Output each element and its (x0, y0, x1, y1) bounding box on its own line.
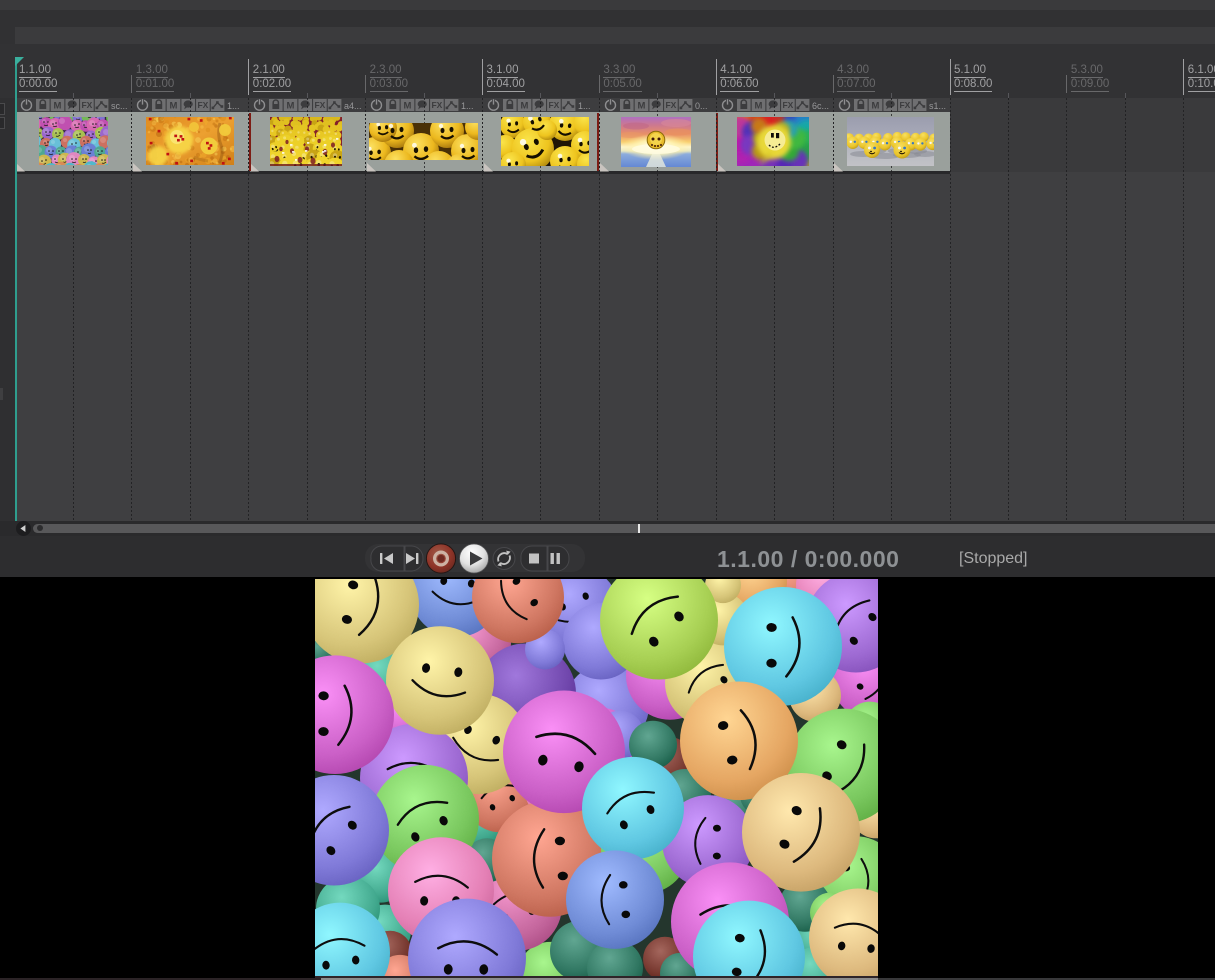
svg-text:FX: FX (198, 100, 209, 110)
svg-text:a4...: a4... (344, 101, 362, 111)
svg-text:FX: FX (782, 100, 793, 110)
svg-text:M: M (637, 100, 645, 111)
svg-text:M: M (170, 100, 178, 111)
svg-text:M: M (871, 100, 879, 111)
svg-text:M: M (404, 100, 412, 111)
svg-text:M: M (754, 100, 762, 111)
svg-text:1...: 1... (578, 101, 591, 111)
svg-text:M: M (521, 100, 529, 111)
svg-text:0...: 0... (695, 101, 708, 111)
svg-text:FX: FX (315, 100, 326, 110)
svg-text:FX: FX (432, 100, 443, 110)
svg-text:FX: FX (548, 100, 559, 110)
svg-text:FX: FX (665, 100, 676, 110)
svg-text:1...: 1... (461, 101, 474, 111)
svg-text:6c...: 6c... (812, 101, 829, 111)
svg-text:M: M (53, 100, 61, 111)
svg-text:FX: FX (899, 100, 910, 110)
svg-text:M: M (287, 100, 295, 111)
svg-text:FX: FX (81, 100, 92, 110)
svg-text:s1...: s1... (929, 101, 946, 111)
svg-text:1...: 1... (227, 101, 240, 111)
svg-text:sc...: sc... (111, 101, 128, 111)
